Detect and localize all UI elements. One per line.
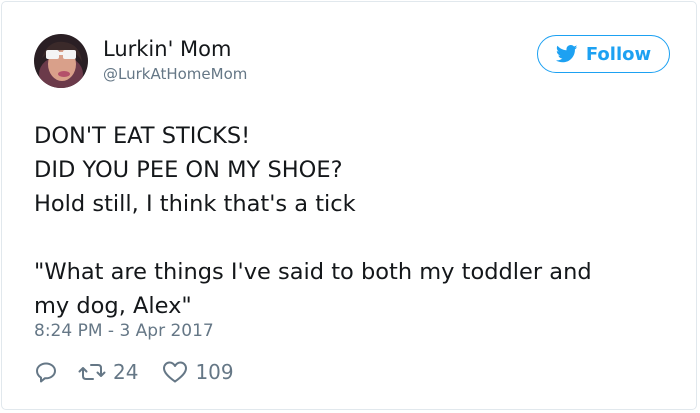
tweet-line [34, 221, 674, 255]
tweet-actions: 24 109 [34, 358, 234, 386]
avatar-image [34, 34, 88, 88]
like-count: 109 [195, 360, 234, 384]
tweet-text: DON'T EAT STICKS! DID YOU PEE ON MY SHOE… [34, 119, 674, 323]
heart-icon [163, 361, 188, 383]
retweet-icon [78, 364, 106, 380]
reply-icon [36, 362, 56, 383]
follow-button[interactable]: Follow [537, 35, 670, 73]
twitter-bird-icon [555, 45, 578, 63]
author-name[interactable]: Lurkin' Mom [103, 36, 231, 62]
avatar[interactable] [34, 34, 88, 88]
tweet-line: my dog, Alex" [34, 293, 192, 319]
like-button[interactable]: 109 [162, 360, 234, 384]
tweet-line: DON'T EAT STICKS! [34, 123, 251, 149]
retweet-count: 24 [113, 360, 139, 384]
tweet-line: Hold still, I think that's a tick [34, 191, 356, 217]
tweet-line: DID YOU PEE ON MY SHOE? [34, 157, 343, 183]
tweet-card: Lurkin' Mom @LurkAtHomeMom Follow DON'T … [1, 1, 697, 410]
follow-label: Follow [585, 43, 652, 65]
author-handle[interactable]: @LurkAtHomeMom [103, 64, 247, 84]
retweet-button[interactable]: 24 [78, 360, 138, 384]
reply-button[interactable] [34, 360, 58, 384]
tweet-timestamp[interactable]: 8:24 PM - 3 Apr 2017 [34, 320, 214, 342]
tweet-line: "What are things I've said to both my to… [34, 259, 592, 285]
